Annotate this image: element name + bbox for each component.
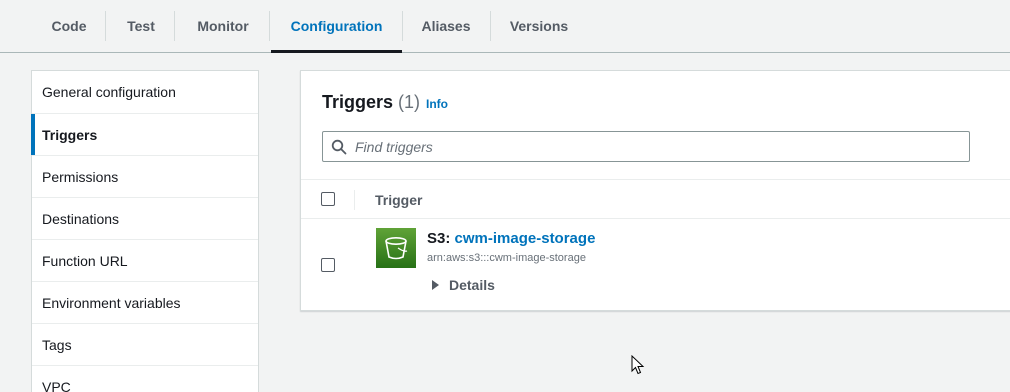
tab-monitor[interactable]: Monitor <box>180 0 266 52</box>
nav-item-function-url[interactable]: Function URL <box>32 239 258 281</box>
s3-bucket-icon <box>376 228 416 268</box>
tab-divider <box>402 11 403 41</box>
details-expander[interactable]: Details <box>432 277 495 293</box>
column-header-trigger: Trigger <box>375 192 423 208</box>
nav-item-general-configuration[interactable]: General configuration <box>32 71 258 113</box>
details-label: Details <box>449 277 495 293</box>
tab-divider <box>105 11 106 41</box>
mouse-pointer-icon <box>631 355 645 375</box>
caret-right-icon <box>432 280 439 290</box>
tab-divider <box>174 11 175 41</box>
triggers-panel: Triggers (1) Info Trigger S3: cwm-image-… <box>300 70 1010 311</box>
column-divider <box>354 190 355 210</box>
table-header: Trigger <box>301 179 1010 219</box>
nav-item-triggers[interactable]: Triggers <box>31 113 258 155</box>
info-link[interactable]: Info <box>426 97 448 111</box>
configuration-side-nav: General configuration Triggers Permissio… <box>31 70 259 392</box>
search-input[interactable] <box>355 136 955 158</box>
tab-bar: Code Test Monitor Configuration Aliases … <box>0 0 1010 53</box>
tab-code[interactable]: Code <box>38 0 100 52</box>
nav-item-tags[interactable]: Tags <box>32 323 258 365</box>
row-checkbox[interactable] <box>321 258 335 272</box>
tab-aliases[interactable]: Aliases <box>408 0 484 52</box>
tab-versions[interactable]: Versions <box>496 0 582 52</box>
panel-title: Triggers (1) <box>322 92 420 113</box>
nav-item-vpc[interactable]: VPC <box>32 365 258 392</box>
tab-divider <box>269 11 270 41</box>
panel-title-text: Triggers <box>322 92 394 112</box>
trigger-service: S3 <box>427 230 446 247</box>
trigger-separator: : <box>445 230 455 247</box>
nav-item-permissions[interactable]: Permissions <box>32 155 258 197</box>
trigger-resource-link[interactable]: cwm-image-storage <box>455 230 596 247</box>
trigger-count: (1) <box>398 92 421 112</box>
trigger-name: S3: cwm-image-storage <box>427 230 595 247</box>
tab-configuration[interactable]: Configuration <box>271 0 402 53</box>
tab-divider <box>490 11 491 41</box>
tab-test[interactable]: Test <box>110 0 172 52</box>
trigger-search-box[interactable] <box>322 131 970 162</box>
nav-item-destinations[interactable]: Destinations <box>32 197 258 239</box>
search-icon <box>331 139 347 155</box>
trigger-arn: arn:aws:s3:::cwm-image-storage <box>427 252 586 264</box>
nav-item-environment-variables[interactable]: Environment variables <box>32 281 258 323</box>
select-all-checkbox[interactable] <box>321 192 335 206</box>
